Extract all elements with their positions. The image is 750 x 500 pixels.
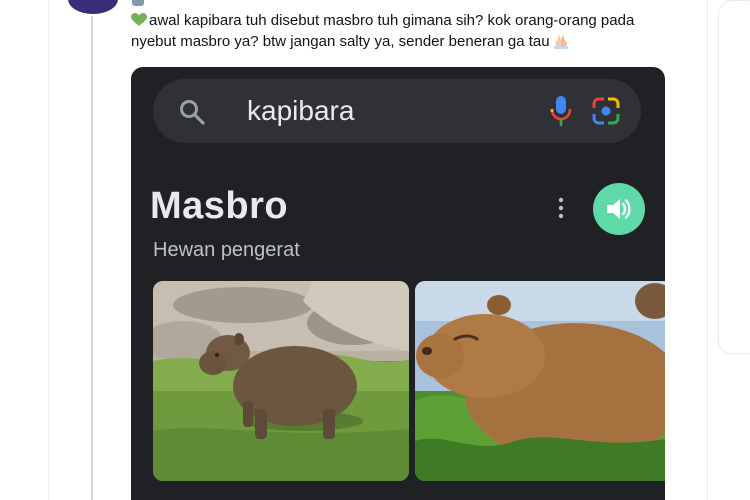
more-vert-icon[interactable]	[555, 197, 567, 219]
automated-bot-icon	[132, 0, 144, 6]
thread-line	[91, 14, 93, 500]
search-icon[interactable]	[179, 99, 205, 125]
knowledge-panel-title: Masbro	[150, 185, 289, 227]
author-row	[132, 0, 144, 9]
tweet-text: awal kapibara tuh disebut masbro tuh gim…	[131, 10, 661, 52]
speaker-icon	[607, 199, 631, 219]
search-input[interactable]: kapibara	[247, 95, 354, 127]
search-bar[interactable]: kapibara	[153, 79, 641, 143]
green-heart-icon	[131, 13, 147, 26]
capybara-photo-standing[interactable]	[153, 281, 409, 481]
capybara-photo-closeup[interactable]	[415, 281, 665, 481]
mic-icon[interactable]	[550, 95, 572, 127]
folded-hands-icon	[553, 34, 568, 49]
knowledge-panel-subtitle: Hewan pengerat	[153, 239, 300, 261]
lens-icon[interactable]	[591, 96, 621, 126]
sidebar-card	[718, 0, 750, 354]
pronunciation-button[interactable]	[593, 183, 645, 235]
embedded-screenshot: kapibara Masbro Hewan pengerat	[131, 67, 665, 500]
